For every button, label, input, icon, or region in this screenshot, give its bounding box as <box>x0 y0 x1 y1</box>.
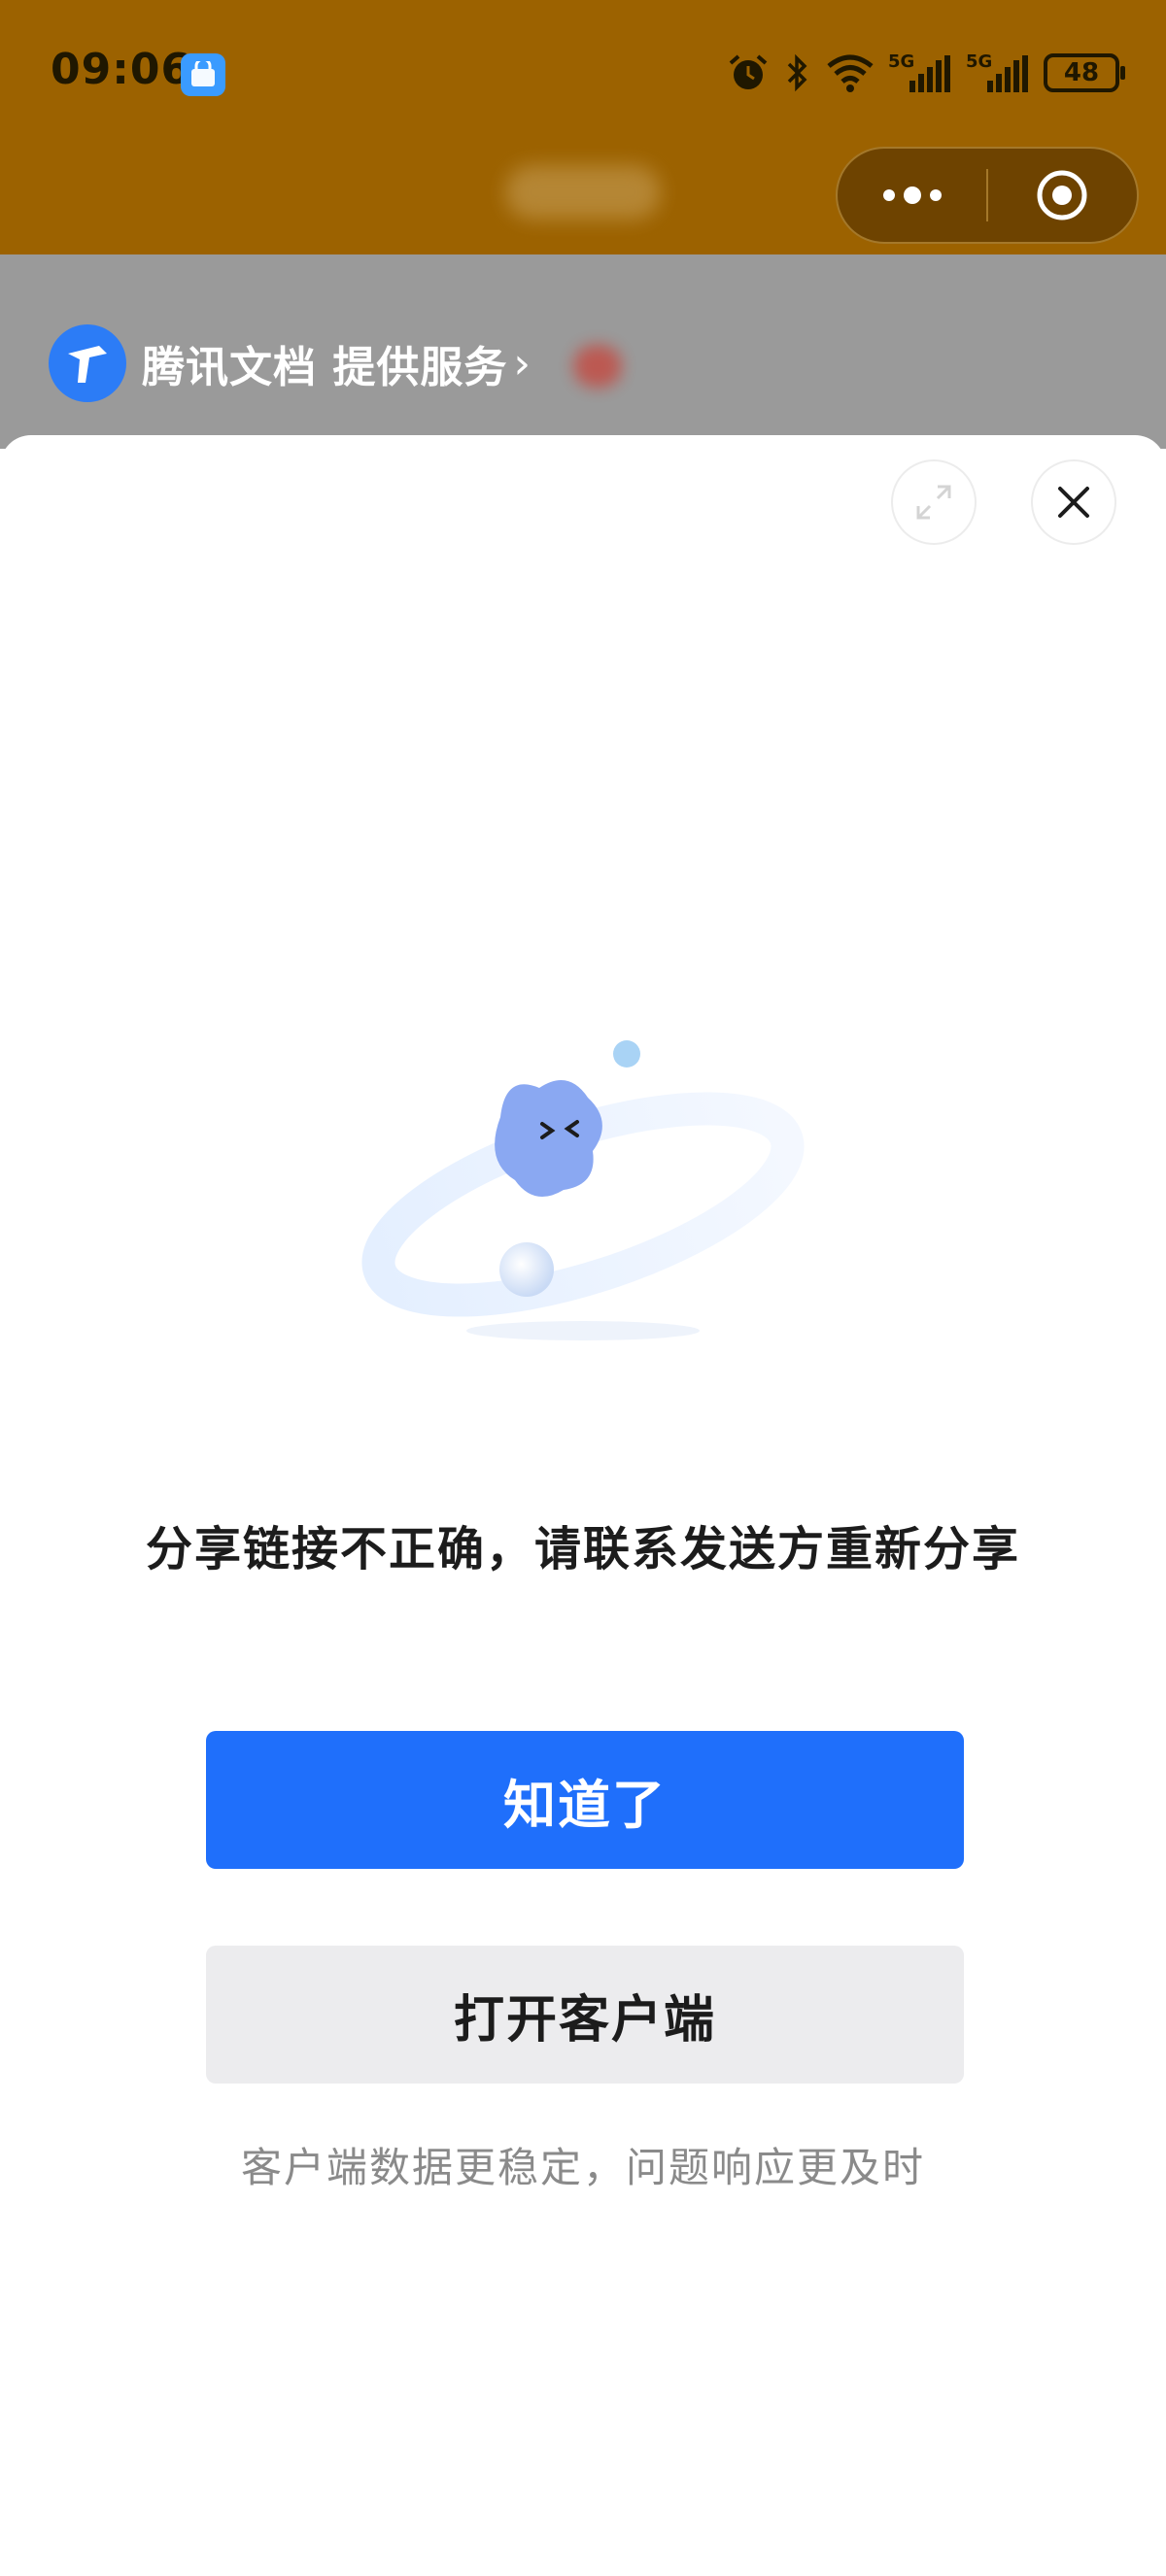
bottom-sheet <box>0 435 1166 2576</box>
capsule-menu <box>836 147 1139 244</box>
open-client-button[interactable]: 打开客户端 <box>206 1946 964 2084</box>
wifi-icon <box>827 54 874 92</box>
blurred-badge <box>573 345 622 388</box>
bluetooth-icon <box>787 53 807 92</box>
signal-5g-icon: 5G <box>888 51 952 94</box>
tencent-docs-logo-icon <box>49 324 126 402</box>
provider-text: 腾讯文档 提供服务 <box>142 343 508 392</box>
alarm-icon <box>729 54 768 89</box>
got-it-button[interactable]: 知道了 <box>206 1731 964 1869</box>
expand-icon[interactable] <box>891 459 977 545</box>
status-time: 09:06 <box>51 45 192 94</box>
error-message: 分享链接不正确，请联系发送方重新分享 <box>145 1522 1020 1576</box>
error-mascot-icon <box>361 1040 805 1340</box>
service-provider[interactable]: 腾讯文档 提供服务 › <box>49 324 532 402</box>
close-icon[interactable] <box>1031 459 1116 545</box>
battery-indicator: 48 <box>1044 53 1125 92</box>
target-close-icon[interactable] <box>988 149 1137 242</box>
blurred-title <box>505 165 661 220</box>
status-icons: 5G 5G 48 <box>727 49 1125 97</box>
client-hint-text: 客户端数据更稳定，问题响应更及时 <box>240 2144 925 2191</box>
more-dots-icon[interactable] <box>838 149 986 242</box>
chevron-right-icon: › <box>513 338 532 389</box>
signal-5g-icon: 5G <box>966 51 1030 94</box>
app-store-icon <box>181 53 225 96</box>
